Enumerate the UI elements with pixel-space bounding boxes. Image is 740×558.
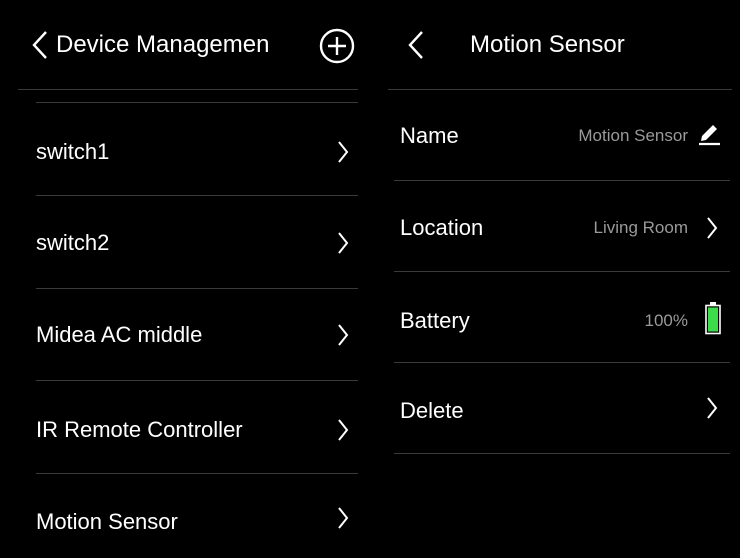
device-item-switch2[interactable]: switch2 — [0, 196, 370, 288]
chevron-right-icon — [338, 507, 349, 529]
chevron-right-icon — [707, 217, 718, 239]
chevron-right-icon — [338, 324, 349, 346]
chevron-right-icon — [338, 141, 349, 163]
device-item-label: IR Remote Controller — [36, 417, 243, 442]
page-title: Motion Sensor — [470, 31, 625, 58]
chevron-right-icon — [338, 419, 349, 441]
chevron-right-icon — [338, 232, 349, 254]
location-row[interactable]: Location Living Room — [370, 181, 740, 271]
device-item-motion-sensor[interactable]: Motion Sensor — [0, 474, 370, 558]
plus-circle-icon — [319, 28, 355, 64]
chevron-right-icon — [707, 397, 718, 419]
delete-label: Delete — [400, 398, 464, 423]
device-item-label: Midea AC middle — [36, 322, 203, 347]
device-item-label: switch1 — [36, 139, 110, 164]
list-divider — [394, 453, 730, 454]
back-button[interactable] — [408, 30, 424, 65]
name-value: Motion Sensor — [578, 126, 688, 145]
device-item-label: Motion Sensor — [36, 509, 178, 534]
device-item-label: switch2 — [36, 230, 110, 255]
name-label: Name — [400, 123, 459, 148]
edit-pencil-icon[interactable] — [696, 119, 722, 147]
delete-row[interactable]: Delete — [370, 363, 740, 453]
device-item-switch1[interactable]: switch1 — [0, 103, 370, 195]
chevron-left-icon — [32, 31, 47, 59]
battery-row: Battery 100% — [370, 272, 740, 362]
battery-value: 100% — [644, 311, 688, 330]
right-header: Motion Sensor — [370, 0, 740, 90]
back-button[interactable] — [32, 30, 48, 65]
left-header: Device Managemen — [0, 0, 370, 90]
motion-sensor-detail-panel: Motion Sensor Name Motion Sensor Locatio… — [370, 0, 740, 558]
device-management-panel: Device Managemen switch1 switch2 Midea A… — [0, 0, 370, 558]
chevron-left-icon — [408, 31, 423, 59]
location-value: Living Room — [593, 218, 689, 237]
device-item-midea-ac-middle[interactable]: Midea AC middle — [0, 289, 370, 381]
battery-icon — [705, 302, 721, 335]
location-label: Location — [400, 215, 484, 240]
name-row[interactable]: Name Motion Sensor — [370, 90, 740, 180]
header-divider — [18, 89, 358, 90]
device-item-ir-remote-controller[interactable]: IR Remote Controller — [0, 381, 370, 473]
page-title: Device Managemen — [56, 31, 270, 58]
add-device-button[interactable] — [318, 27, 356, 70]
battery-label: Battery — [400, 308, 470, 333]
